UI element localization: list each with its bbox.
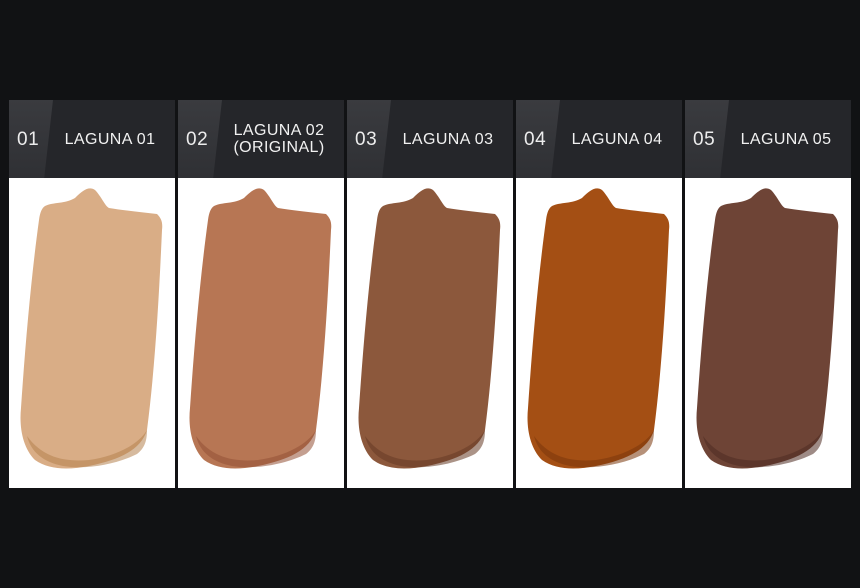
shade-header: 03 LAGUNA 03 xyxy=(347,100,513,178)
shade-name: LAGUNA 01 xyxy=(64,130,156,148)
shade-swatch-smear xyxy=(9,178,175,488)
shade-swatch-smear xyxy=(685,178,851,488)
foundation-smear xyxy=(189,188,332,469)
shade-header: 02 LAGUNA 02 (ORIGINAL) xyxy=(178,100,344,178)
shade-header: 05 LAGUNA 05 xyxy=(685,100,851,178)
shade-card-01: 01 LAGUNA 01 xyxy=(9,100,175,488)
shade-swatch-smear xyxy=(347,178,513,488)
shade-name: LAGUNA 05 xyxy=(740,130,832,148)
foundation-smear xyxy=(527,188,670,469)
shade-name: LAGUNA 03 xyxy=(402,130,494,148)
foundation-smear xyxy=(696,188,839,469)
foundation-smear xyxy=(358,188,501,469)
shade-header: 01 LAGUNA 01 xyxy=(9,100,175,178)
shade-card-04: 04 LAGUNA 04 xyxy=(516,100,682,488)
shade-card-03: 03 LAGUNA 03 xyxy=(347,100,513,488)
shade-swatches: 01 LAGUNA 01 02 LAGUNA 02 (ORIGINAL) 03 … xyxy=(9,100,851,488)
smear-body xyxy=(527,188,670,469)
smear-body xyxy=(696,188,839,469)
shade-swatch-smear xyxy=(516,178,682,488)
foundation-smear xyxy=(20,188,163,469)
smear-body xyxy=(189,188,332,469)
shade-header: 04 LAGUNA 04 xyxy=(516,100,682,178)
shade-number: 04 xyxy=(524,129,547,150)
shade-card-02: 02 LAGUNA 02 (ORIGINAL) xyxy=(178,100,344,488)
shade-swatch-smear xyxy=(178,178,344,488)
shade-number: 02 xyxy=(186,129,209,150)
shade-card-05: 05 LAGUNA 05 xyxy=(685,100,851,488)
shade-name: LAGUNA 04 xyxy=(571,130,663,148)
shade-name: LAGUNA 02 (ORIGINAL) xyxy=(233,122,325,156)
shade-number: 01 xyxy=(17,129,40,150)
smear-body xyxy=(358,188,501,469)
shade-number: 05 xyxy=(693,129,716,150)
shade-number: 03 xyxy=(355,129,378,150)
smear-body xyxy=(20,188,163,469)
